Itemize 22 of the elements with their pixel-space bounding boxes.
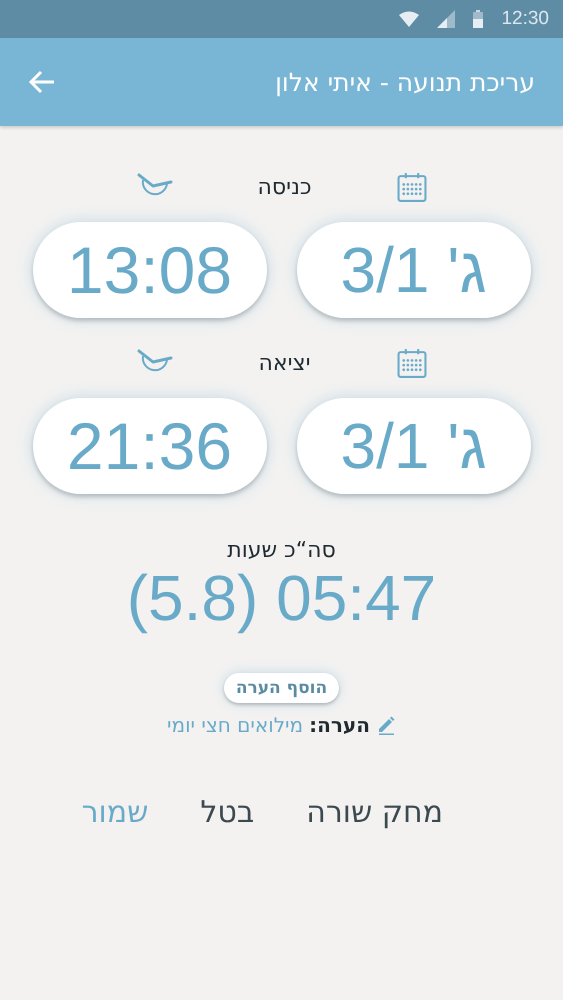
calendar-icon <box>396 348 426 378</box>
section-label: יציאה <box>258 350 310 376</box>
note-label: הערה: <box>309 713 370 737</box>
date-picker[interactable]: ג' 3/1 <box>296 398 530 494</box>
total-hours-value: (5.8) 05:47 <box>126 561 436 635</box>
action-button[interactable]: מחק שורה <box>306 795 443 830</box>
action-button[interactable]: בטל <box>200 795 254 830</box>
date-picker[interactable]: ג' 3/1 <box>296 222 530 318</box>
calendar-icon <box>396 172 426 202</box>
screen-title: עריכת תנועה - איתי אלון <box>275 68 535 96</box>
clock-time: 12:30 <box>501 8 549 30</box>
time-picker[interactable]: 21:36 <box>32 398 266 494</box>
add-note-button[interactable]: הוסף הערה <box>224 673 340 703</box>
note-text: מילואים חצי יומי <box>167 713 304 737</box>
action-button[interactable]: שמור <box>82 795 148 830</box>
signal-icon <box>437 10 456 28</box>
wifi-icon <box>399 11 420 27</box>
section-label: כניסה <box>258 174 312 200</box>
total-hours-label: סה“כ שעות <box>227 538 336 563</box>
back-button[interactable] <box>28 70 56 94</box>
time-picker[interactable]: 13:08 <box>32 222 266 318</box>
battery-icon <box>473 10 484 28</box>
